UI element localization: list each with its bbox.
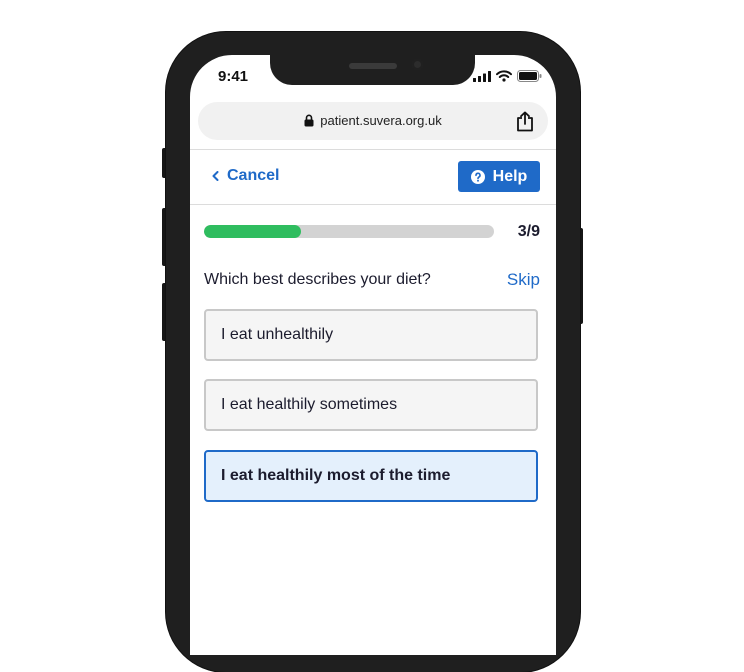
battery-icon xyxy=(517,70,542,82)
speaker xyxy=(349,63,397,69)
share-icon[interactable] xyxy=(516,111,534,132)
address-bar[interactable]: patient.suvera.org.uk xyxy=(198,102,548,140)
url-text: patient.suvera.org.uk xyxy=(320,113,442,128)
option-eat-healthily-sometimes[interactable]: I eat healthily sometimes xyxy=(204,379,538,431)
front-camera xyxy=(412,59,423,70)
option-eat-unhealthily[interactable]: I eat unhealthily xyxy=(204,309,538,361)
status-icons xyxy=(473,70,542,82)
progress-fill xyxy=(204,225,301,238)
cancel-link[interactable]: Cancel xyxy=(212,167,279,185)
wifi-icon xyxy=(496,70,512,82)
cancel-label: Cancel xyxy=(227,167,280,184)
progress-count: 3/9 xyxy=(517,223,540,240)
skip-link[interactable]: Skip xyxy=(507,270,540,290)
lock-icon xyxy=(304,114,314,127)
option-eat-healthily-most-of-the-time[interactable]: I eat healthily most of the time xyxy=(204,450,538,502)
help-button[interactable]: Help xyxy=(458,161,540,192)
phone-screen: 9:41 patient.suvera.org.uk Cancel Help 3… xyxy=(190,55,556,655)
help-label: Help xyxy=(492,167,528,185)
chevron-left-icon xyxy=(212,171,219,181)
progress-bar xyxy=(204,225,494,238)
status-time: 9:41 xyxy=(218,68,249,85)
header-divider xyxy=(190,149,556,150)
nav-divider xyxy=(190,204,556,205)
signal-icon xyxy=(473,70,491,82)
question-circle-icon xyxy=(470,169,485,184)
notch xyxy=(270,55,475,85)
question-text: Which best describes your diet? xyxy=(204,271,431,288)
